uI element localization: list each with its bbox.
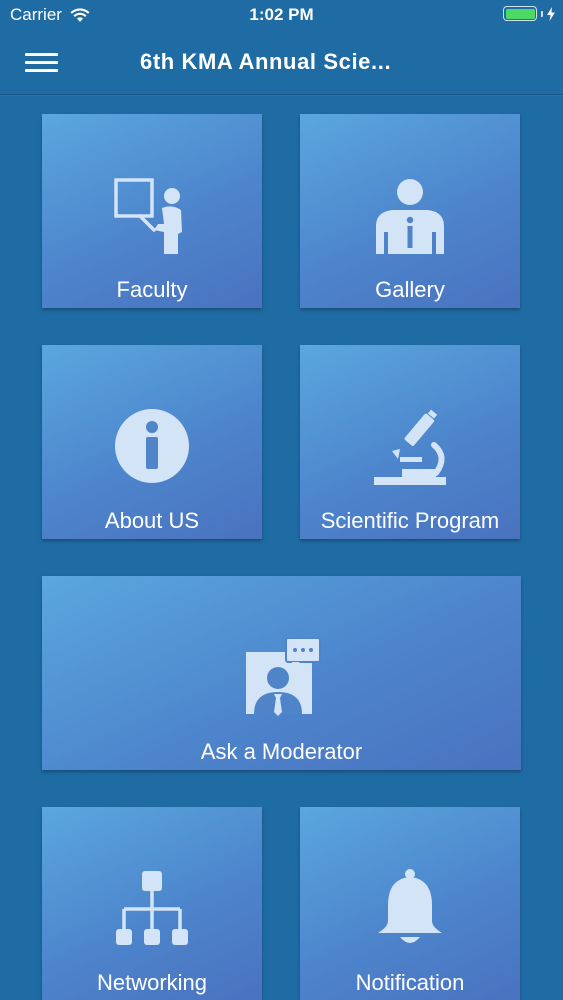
battery-icon (503, 6, 537, 21)
status-time: 1:02 PM (249, 5, 314, 24)
tile-label-gallery: Gallery (375, 277, 445, 302)
page-title: 6th KMA Annual Scie... (140, 49, 392, 74)
tile-label-about-us: About US (104, 508, 200, 533)
tile-label-networking: Networking (96, 970, 208, 995)
hamburger-menu-icon[interactable] (25, 51, 59, 75)
tile-label-faculty: Faculty (116, 277, 188, 302)
battery-level (505, 8, 535, 19)
info-icon (115, 409, 189, 483)
status-right-group (503, 6, 555, 21)
bell-icon (378, 869, 442, 943)
tile-label-notification: Notification (355, 970, 465, 995)
notification-tile[interactable]: Notification (300, 807, 520, 1000)
microscope-icon (374, 409, 446, 485)
presenter-icon (114, 178, 182, 254)
moderator-chat-icon (245, 638, 321, 716)
scientific-program-tile[interactable]: Scientific Program (300, 345, 520, 539)
navigation-bar: 6th KMA Annual Scie... (0, 32, 563, 95)
ask-a-moderator-tile[interactable]: Ask a Moderator (42, 576, 521, 770)
gallery-tile[interactable]: Gallery (300, 114, 520, 308)
charging-bolt-icon (547, 6, 555, 21)
app-screen: Carrier 1:02 PM 6th KMA Annual Scie... F… (0, 0, 563, 1000)
battery-cap (541, 10, 543, 17)
faculty-tile[interactable]: Faculty (42, 114, 262, 308)
networking-tile[interactable]: Networking (42, 807, 262, 1000)
person-tie-icon (376, 179, 444, 254)
tile-label-scientific-program: Scientific Program (320, 508, 500, 533)
status-bar: Carrier 1:02 PM (0, 0, 563, 32)
tile-label-ask-a-moderator: Ask a Moderator (200, 739, 363, 764)
network-tree-icon (116, 871, 188, 945)
about-us-tile[interactable]: About US (42, 345, 262, 539)
